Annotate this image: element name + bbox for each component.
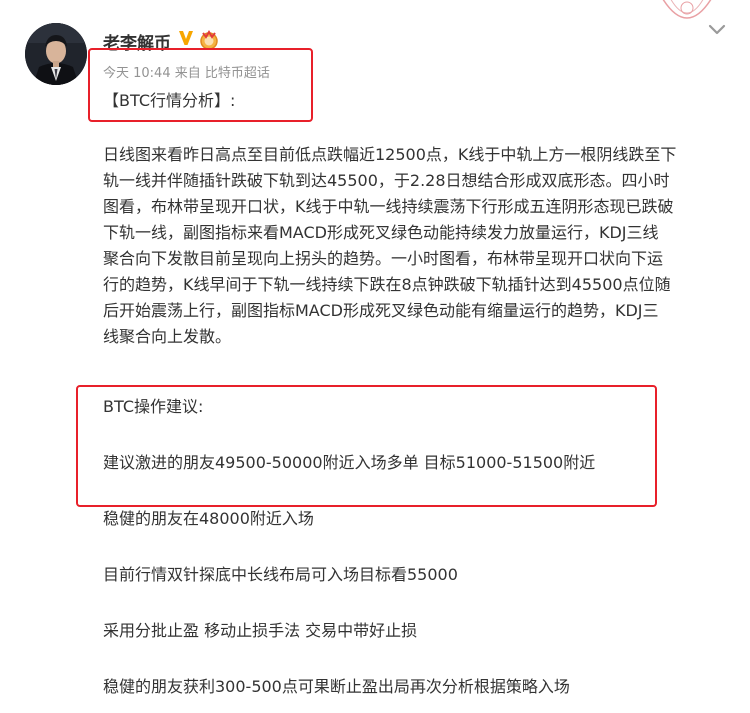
analysis-line: 后开始震荡上行，副图指标MACD形成死叉绿色动能有缩量运行的趋势，KDJ三	[103, 301, 659, 320]
chevron-down-icon[interactable]	[706, 21, 728, 37]
analysis-line: 轨一线并伴随插针跌破下轨到达45500，于2.28日想结合形成双底形态。四小时	[103, 171, 670, 190]
advice-line: 稳健的朋友在48000附近入场	[103, 509, 314, 528]
advice-line: 稳健的朋友获利300-500点可果断止盈出局再次分析根据策略入场	[103, 677, 570, 696]
advice-line: 采用分批止盈 移动止损手法 交易中带好止损	[103, 621, 418, 640]
analysis-line: 下轨一线，副图指标来看MACD形成死叉绿色动能持续发力放量运行，KDJ三线	[103, 223, 659, 242]
analysis-line: 日线图来看昨日高点至目前低点跌幅近12500点，K线于中轨上方一根阴线跌至下	[103, 145, 677, 164]
analysis-line: 线聚合向上发散。	[103, 327, 232, 346]
advice-line: 目前行情双针探底中长线布局可入场目标看55000	[103, 565, 458, 584]
analysis-paragraph: 日线图来看昨日高点至目前低点跌幅近12500点，K线于中轨上方一根阴线跌至下 轨…	[103, 142, 731, 350]
verified-v-icon	[179, 31, 193, 45]
highlight-box-meta	[88, 48, 313, 122]
highlight-box-advice	[76, 385, 657, 507]
avatar[interactable]	[25, 23, 87, 85]
analysis-line: 图看，布林带呈现开口状，K线于中轨一线持续震荡下行形成五连阴形态现已跌破	[103, 197, 674, 216]
analysis-line: 行的趋势，K线早间于下轨一线持续下跌在8点钟跌破下轨插针达到45500点位随	[103, 275, 671, 294]
analysis-line: 聚合向下发散目前呈现向上拐头的趋势。一小时图看，布林带呈现开口状向下运	[103, 249, 664, 268]
avatar-photo	[25, 23, 87, 85]
